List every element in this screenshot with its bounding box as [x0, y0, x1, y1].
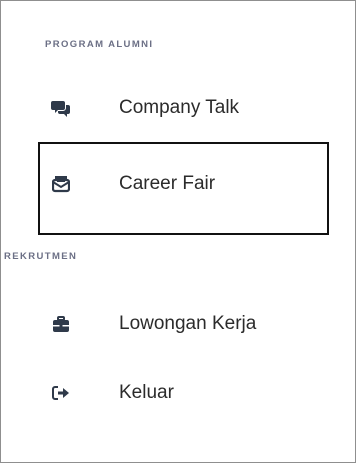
menu-item-keluar[interactable]: Keluar	[1, 363, 356, 423]
menu-item-company-talk[interactable]: Company Talk	[1, 78, 356, 138]
section-title-rekrutmen: REKRUTMEN	[4, 251, 78, 262]
comments-icon	[51, 98, 71, 118]
sign-out-icon	[51, 383, 71, 403]
menu-item-label: Company Talk	[119, 97, 240, 118]
menu-item-label: Keluar	[119, 382, 174, 403]
section-title-program-alumni: PROGRAM ALUMNI	[45, 39, 154, 50]
briefcase-icon	[51, 314, 71, 334]
menu-item-lowongan-kerja[interactable]: Lowongan Kerja	[1, 294, 356, 354]
sidebar-menu: PROGRAM ALUMNI Company Talk Career Fair …	[0, 0, 356, 463]
menu-item-label: Lowongan Kerja	[119, 313, 257, 334]
selection-highlight	[38, 142, 329, 235]
